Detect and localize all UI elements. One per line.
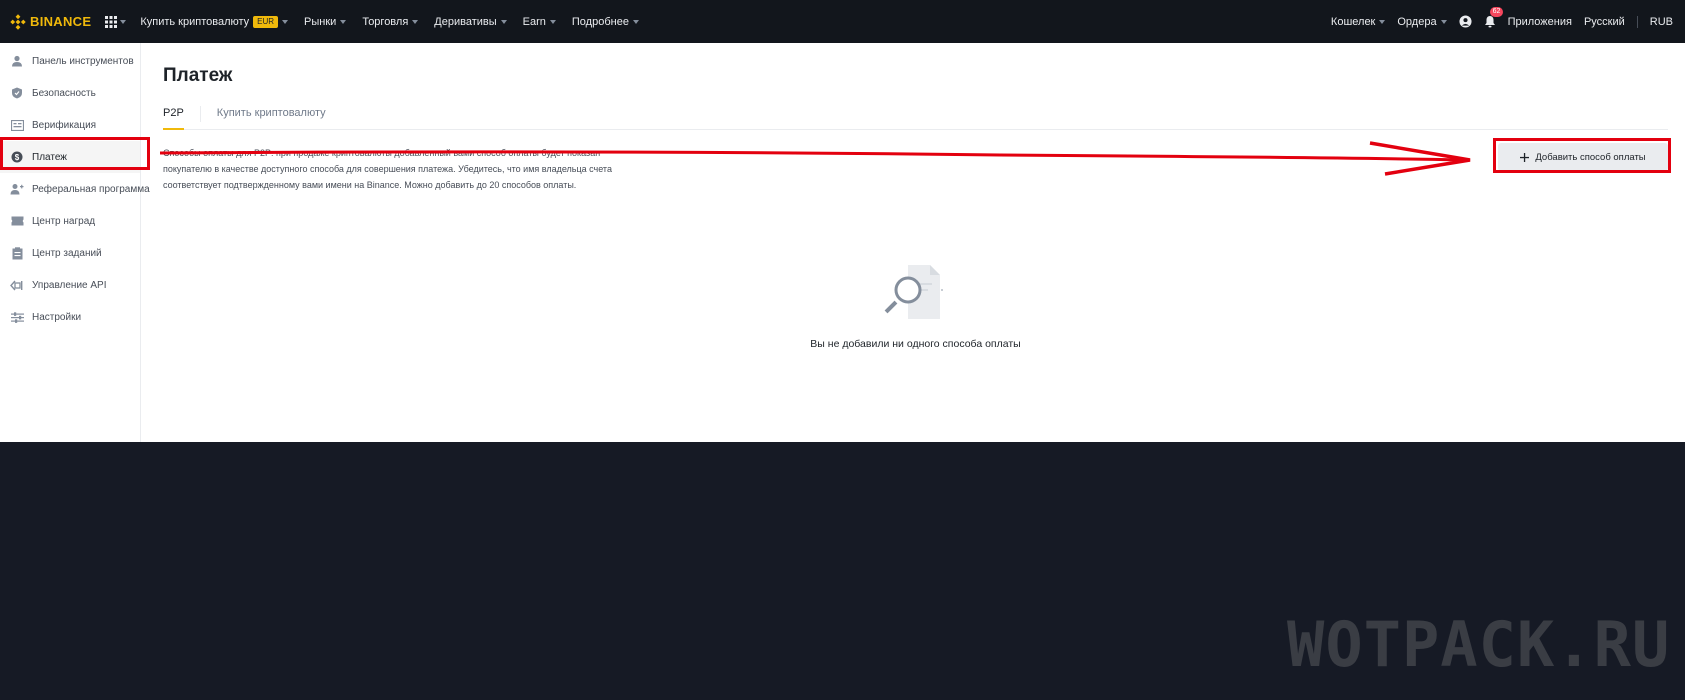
nav-label: Торговля — [362, 15, 409, 28]
currency-badge: EUR — [253, 15, 279, 28]
notification-count-badge: 62 — [1489, 7, 1504, 17]
nav-derivatives[interactable]: Деривативы — [434, 15, 507, 28]
brand-name: BINANCE — [30, 14, 92, 29]
chevron-down-icon — [282, 19, 289, 24]
chevron-down-icon — [120, 19, 127, 24]
nav-trade[interactable]: Торговля — [362, 15, 419, 28]
main-nav: Купить криптовалюту EUR Рынки Торговля Д… — [140, 15, 639, 28]
page-content: Панель инструментов Безопасность Верифик… — [0, 43, 1685, 442]
currency-selector[interactable]: RUB — [1650, 16, 1673, 28]
nav-label: Earn — [522, 15, 546, 28]
nav-earn[interactable]: Earn — [523, 16, 556, 28]
nav-wallet[interactable]: Кошелек — [1330, 15, 1386, 28]
nav-label: Рынки — [304, 15, 337, 28]
chevron-down-icon — [632, 19, 639, 24]
chevron-down-icon — [1379, 19, 1386, 24]
divider — [1636, 15, 1638, 28]
chevron-down-icon — [549, 19, 556, 24]
notifications-button[interactable]: 62 — [1484, 7, 1504, 28]
nav-markets[interactable]: Рынки — [304, 15, 347, 28]
watermark: WOTPACK.RU — [1287, 608, 1671, 681]
binance-logo[interactable]: BINANCE — [10, 13, 92, 30]
top-nav: BINANCE Купить криптовалюту EUR Рынки То… — [0, 0, 1685, 43]
nav-label: Купить криптовалюту — [140, 15, 250, 28]
nav-label: Кошелек — [1330, 15, 1376, 28]
apps-menu-button[interactable] — [105, 15, 127, 28]
nav-orders[interactable]: Ордера — [1397, 15, 1447, 28]
nav-apps[interactable]: Приложения — [1508, 16, 1572, 28]
nav-label: Ордера — [1397, 15, 1437, 28]
nav-label: Деривативы — [434, 15, 497, 28]
language-selector[interactable]: Русский — [1584, 16, 1625, 28]
nav-label: Подробнее — [571, 15, 629, 28]
user-nav: Кошелек Ордера 62 Приложения Русский RUB — [1330, 7, 1673, 28]
chevron-down-icon — [340, 19, 347, 24]
binance-logo-icon — [10, 13, 26, 30]
chevron-down-icon — [412, 19, 419, 24]
annotation-arrow — [159, 141, 1471, 176]
grid-icon — [105, 15, 118, 28]
profile-icon[interactable] — [1459, 15, 1472, 28]
chevron-down-icon — [500, 19, 507, 24]
nav-buy-crypto[interactable]: Купить криптовалюту EUR — [140, 15, 289, 28]
nav-more[interactable]: Подробнее — [572, 16, 639, 28]
chevron-down-icon — [1440, 19, 1447, 24]
